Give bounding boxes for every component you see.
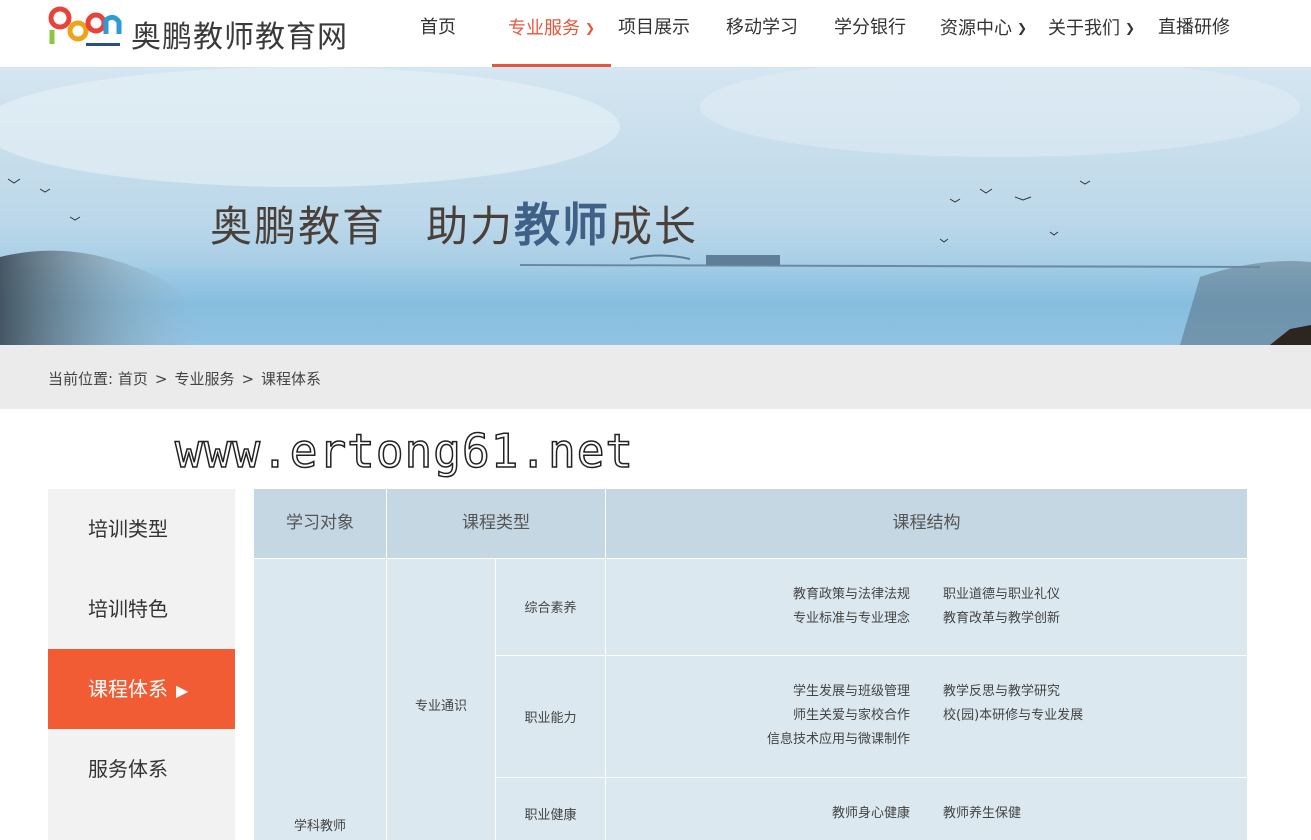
site-header: 奥鹏教师教育网 首页 专业服务 ❯ 项目展示 移动学习 学分银行 资源中心 ❯ 关于… — [0, 0, 1311, 67]
course-list-right: 职业道德与职业礼仪 教育改革与教学创新 — [943, 583, 1243, 631]
grid-line — [386, 489, 387, 840]
nav-credit-bank[interactable]: 学分银行 — [834, 0, 906, 67]
course-item[interactable]: 专业标准与专业理念 — [606, 607, 910, 631]
sidebar: 培训类型 培训特色 课程体系 ▶ 服务体系 — [48, 489, 235, 840]
course-item[interactable]: 师生关爱与家校合作 — [606, 704, 910, 728]
breadcrumb-separator: > — [241, 370, 255, 388]
course-list-right: 教师养生保健 — [943, 802, 1243, 826]
breadcrumb-professional-services[interactable]: 专业服务 — [174, 370, 234, 388]
header-course-structure: 课程结构 — [892, 513, 961, 533]
grid-line — [605, 489, 606, 840]
nav-about-us[interactable]: 关于我们 ❯ — [1048, 0, 1135, 67]
breadcrumb-prefix: 当前位置: — [48, 370, 114, 388]
cell-category: 专业通识 — [414, 699, 467, 714]
header-audience: 学习对象 — [286, 513, 354, 533]
course-structure-table: 学习对象 课程类型 课程结构 学科教师 专业通识 综合素养 教育政策与法律法规 … — [254, 489, 1247, 840]
grid-line — [496, 655, 1247, 656]
cell-audience: 学科教师 — [293, 819, 346, 834]
triangle-right-icon: ▶ — [176, 681, 189, 700]
nav-mobile-learning[interactable]: 移动学习 — [726, 0, 798, 67]
breadcrumb-bar: 当前位置: 首页 > 专业服务 > 课程体系 — [0, 345, 1311, 409]
breadcrumb-course-system[interactable]: 课程体系 — [261, 370, 321, 388]
course-item[interactable]: 信息技术应用与微课制作 — [606, 728, 910, 752]
nav-live-training[interactable]: 直播研修 — [1158, 0, 1230, 67]
banner-slogan: 奥鹏教育 助力教师成长 — [210, 198, 699, 252]
grid-line — [254, 558, 1247, 559]
header-course-type: 课程类型 — [462, 513, 530, 533]
sidebar-item-training-features[interactable]: 培训特色 — [48, 569, 235, 649]
chevron-down-icon: ❯ — [1017, 21, 1028, 35]
sidebar-item-service-system[interactable]: 服务体系 — [48, 729, 235, 809]
chevron-down-icon: ❯ — [585, 21, 596, 35]
nav-professional-services[interactable]: 专业服务 ❯ — [492, 0, 612, 67]
cell-subcategory: 职业健康 — [524, 808, 577, 823]
sidebar-item-course-system[interactable]: 课程体系 ▶ — [48, 649, 235, 729]
course-item[interactable]: 校(园)本研修与专业发展 — [943, 704, 1243, 728]
course-item[interactable]: 教育改革与教学创新 — [943, 607, 1243, 631]
course-item[interactable]: 教师身心健康 — [606, 802, 910, 826]
breadcrumb-home[interactable]: 首页 — [118, 370, 148, 388]
course-list-left: 教师身心健康 — [606, 802, 910, 826]
course-item[interactable]: 学生发展与班级管理 — [606, 680, 910, 704]
course-list-right: 教学反思与教学研究 校(园)本研修与专业发展 — [943, 680, 1243, 728]
course-list-left: 教育政策与法律法规 专业标准与专业理念 — [606, 583, 910, 631]
breadcrumb: 当前位置: 首页 > 专业服务 > 课程体系 — [48, 368, 321, 389]
hero-banner[interactable]: 奥鹏教育 助力教师成长 — [0, 67, 1311, 345]
nav-projects[interactable]: 项目展示 — [618, 0, 690, 67]
sidebar-item-training-types[interactable]: 培训类型 — [48, 489, 235, 569]
cell-subcategory: 综合素养 — [524, 601, 577, 616]
course-item[interactable]: 职业道德与职业礼仪 — [943, 583, 1243, 607]
course-list-left: 学生发展与班级管理 师生关爱与家校合作 信息技术应用与微课制作 — [606, 680, 910, 752]
nav-resource-center[interactable]: 资源中心 ❯ — [940, 0, 1027, 67]
open-logo-icon[interactable] — [48, 4, 122, 50]
grid-line — [496, 777, 1247, 778]
course-item[interactable]: 教师养生保健 — [943, 802, 1243, 826]
site-name[interactable]: 奥鹏教师教育网 — [131, 12, 348, 56]
course-item[interactable]: 教育政策与法律法规 — [606, 583, 910, 607]
cell-subcategory: 职业能力 — [524, 711, 577, 726]
course-item[interactable]: 教学反思与教学研究 — [943, 680, 1243, 704]
watermark-text: www.ertong61.net — [174, 423, 635, 479]
chevron-down-icon: ❯ — [1125, 21, 1136, 35]
nav-home[interactable]: 首页 — [420, 0, 456, 67]
breadcrumb-separator: > — [154, 370, 168, 388]
